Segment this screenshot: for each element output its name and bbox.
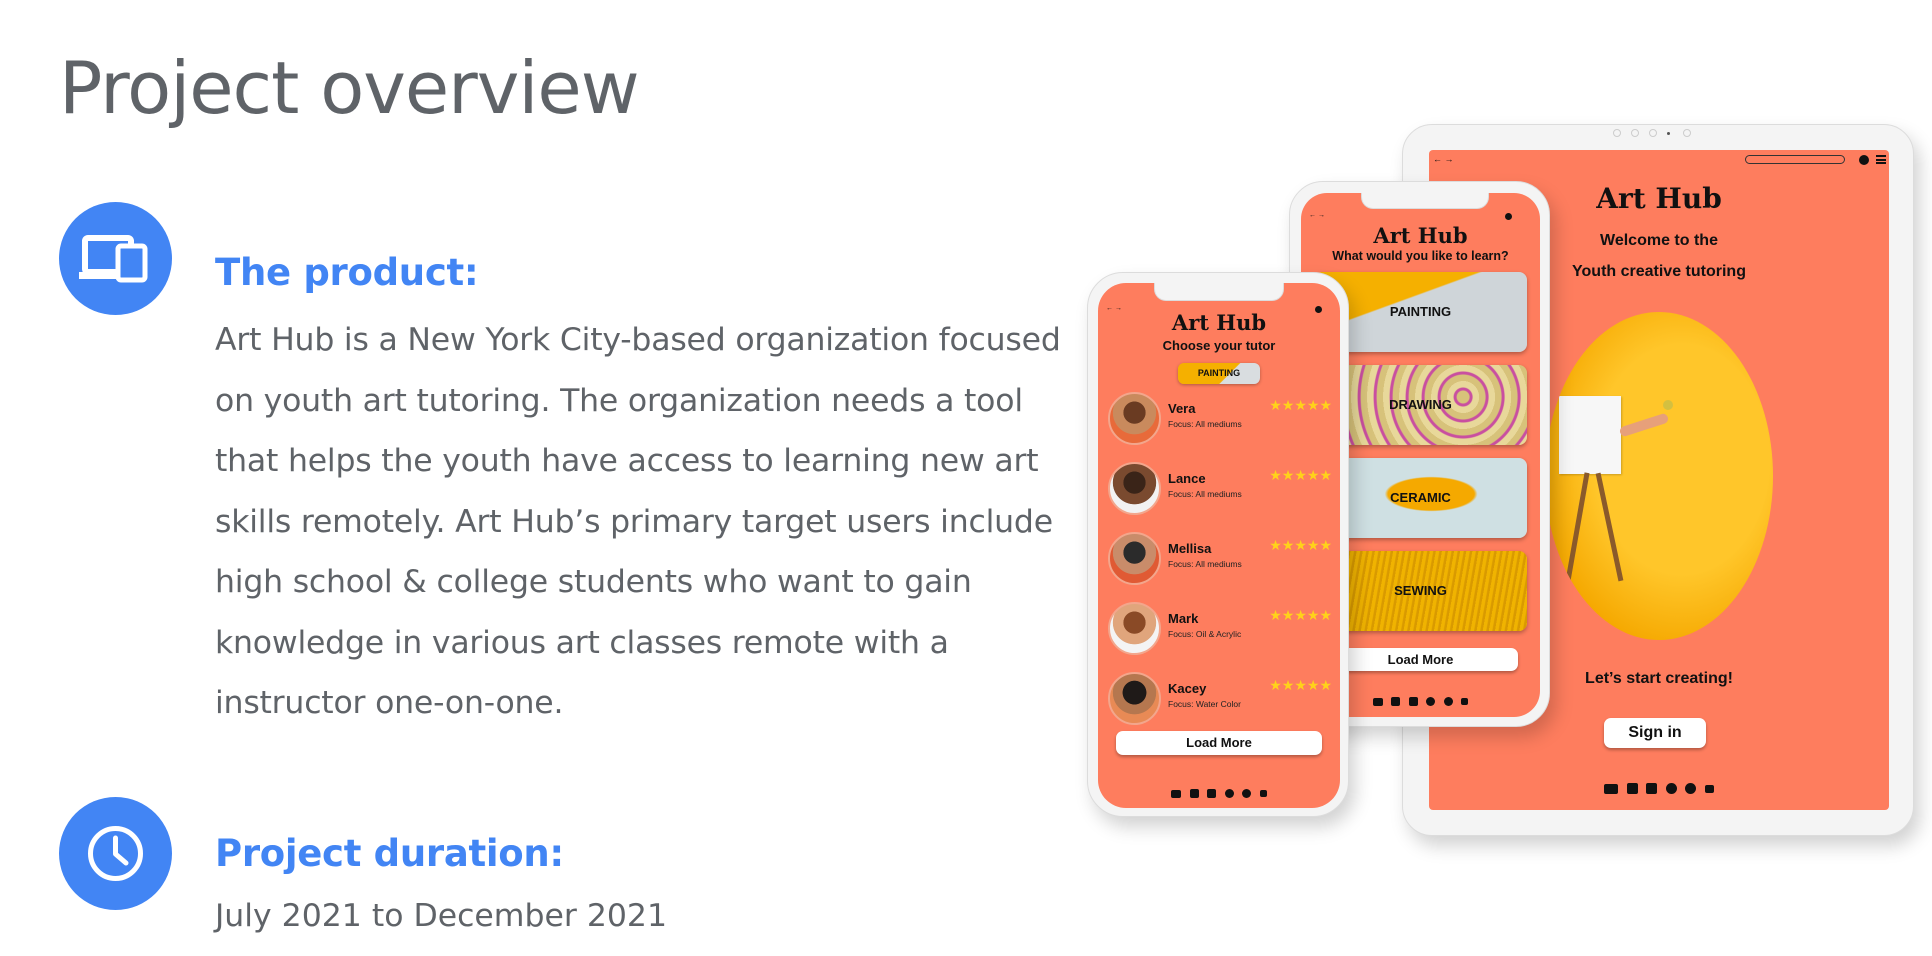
twitter-icon[interactable]: [1259, 790, 1267, 798]
brand-title: Art Hub: [1171, 310, 1267, 335]
avatar: [1108, 602, 1161, 655]
twitter-icon[interactable]: [1704, 784, 1714, 793]
tablet-camera: [1613, 129, 1703, 137]
star-rating: ★★★★★: [1269, 677, 1332, 693]
tutor-card[interactable]: Vera Focus: All mediums ★★★★★: [1108, 387, 1332, 449]
whatsapp-icon[interactable]: [1685, 783, 1697, 795]
nav-arrows[interactable]: ← →: [1433, 154, 1454, 164]
star-rating: ★★★★★: [1269, 537, 1332, 553]
star-rating: ★★★★★: [1269, 467, 1332, 483]
search-input[interactable]: [1745, 155, 1845, 164]
social-links: [1429, 780, 1889, 798]
facebook-icon[interactable]: [1626, 783, 1638, 795]
product-description: Art Hub is a New York City-based organiz…: [215, 322, 1061, 721]
load-more-button[interactable]: Load More: [1116, 731, 1322, 755]
star-rating: ★★★★★: [1269, 607, 1332, 623]
learn-prompt: What would you like to learn?: [1332, 249, 1509, 263]
tutor-card[interactable]: Mellisa Focus: All mediums ★★★★★: [1108, 527, 1332, 589]
avatar: [1108, 462, 1161, 515]
twitter-icon[interactable]: [1461, 698, 1469, 706]
notch: [1154, 283, 1284, 301]
sign-in-button[interactable]: Sign in: [1604, 718, 1706, 748]
star-rating: ★★★★★: [1269, 397, 1332, 413]
tutor-card[interactable]: Lance Focus: All mediums ★★★★★: [1108, 457, 1332, 519]
whatsapp-icon[interactable]: [1242, 789, 1252, 799]
profile-icon[interactable]: [1505, 213, 1512, 220]
pinterest-icon[interactable]: [1665, 783, 1677, 795]
youtube-icon[interactable]: [1372, 697, 1383, 706]
product-heading: The product:: [215, 251, 479, 294]
devices-icon: [59, 202, 172, 315]
avatar: [1108, 392, 1161, 445]
nav-arrows[interactable]: ← →: [1309, 212, 1325, 219]
instagram-icon[interactable]: [1207, 789, 1217, 799]
duration-heading: Project duration:: [215, 832, 564, 875]
menu-icon[interactable]: [1876, 155, 1886, 164]
instagram-icon[interactable]: [1646, 783, 1658, 795]
social-links: [1098, 785, 1340, 803]
facebook-icon[interactable]: [1189, 789, 1199, 799]
avatar: [1108, 532, 1161, 585]
instagram-icon[interactable]: [1408, 697, 1418, 707]
youtube-icon[interactable]: [1171, 789, 1182, 798]
youtube-icon[interactable]: [1604, 783, 1619, 794]
slide: Project overview The product: Art Hub is…: [0, 0, 1932, 956]
pinterest-icon[interactable]: [1224, 789, 1234, 799]
pinterest-icon[interactable]: [1426, 697, 1436, 707]
phone-mockup: ← → Art Hub Choose your tutor PAINTING V…: [1087, 272, 1349, 817]
avatar: [1108, 672, 1161, 725]
whatsapp-icon[interactable]: [1443, 697, 1453, 707]
page-title: Project overview: [59, 46, 640, 130]
brand-title: Art Hub: [1373, 223, 1468, 248]
facebook-icon[interactable]: [1391, 697, 1401, 707]
tutor-card[interactable]: Mark Focus: Oil & Acrylic ★★★★★: [1108, 597, 1332, 659]
phone-screen: ← → Art Hub Choose your tutor PAINTING V…: [1098, 283, 1340, 808]
clock-icon: [59, 797, 172, 910]
hero-easel-image: [1545, 312, 1773, 640]
filter-chip[interactable]: PAINTING: [1178, 363, 1260, 384]
choose-tutor-heading: Choose your tutor: [1162, 338, 1276, 353]
duration-value: July 2021 to December 2021: [215, 898, 667, 934]
profile-icon[interactable]: [1859, 155, 1869, 165]
load-more-button[interactable]: Load More: [1323, 648, 1518, 671]
notch: [1361, 193, 1489, 209]
tutor-card[interactable]: Kacey Focus: Water Color ★★★★★: [1108, 667, 1332, 729]
